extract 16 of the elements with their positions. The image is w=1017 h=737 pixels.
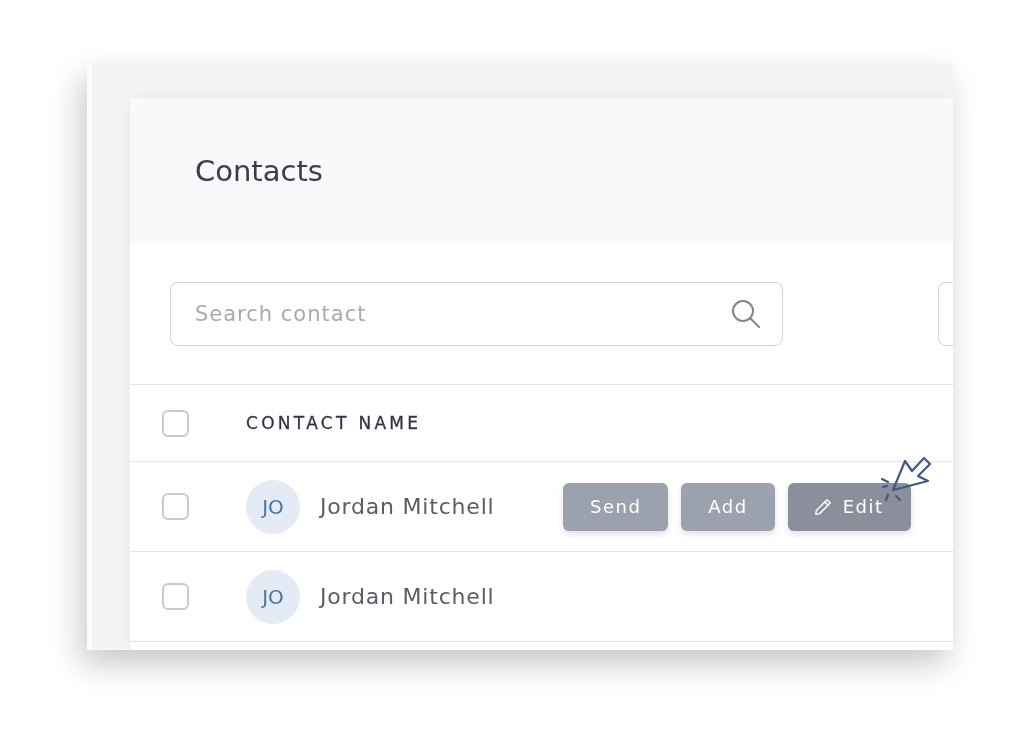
contact-name: Jordan Mitchell bbox=[320, 584, 495, 609]
avatar-initials: JO bbox=[246, 569, 300, 624]
pointer-cursor-icon bbox=[880, 456, 931, 502]
page-title: Contacts bbox=[195, 153, 323, 188]
checkbox[interactable] bbox=[162, 493, 189, 520]
search-icon bbox=[731, 299, 761, 329]
action-button[interactable]: Send bbox=[563, 482, 669, 531]
checkbox[interactable] bbox=[162, 583, 189, 610]
column-header: CONTACT NAME bbox=[246, 413, 422, 433]
action-button[interactable]: Add bbox=[681, 482, 775, 531]
action-button[interactable]: Edit bbox=[787, 482, 911, 531]
pencil-icon bbox=[814, 498, 831, 515]
avatar-initials: JO bbox=[246, 479, 300, 534]
checkbox[interactable] bbox=[162, 409, 189, 437]
contact-name: Jordan Mitchell bbox=[320, 494, 495, 519]
search-field[interactable]: Search contact bbox=[170, 282, 783, 346]
